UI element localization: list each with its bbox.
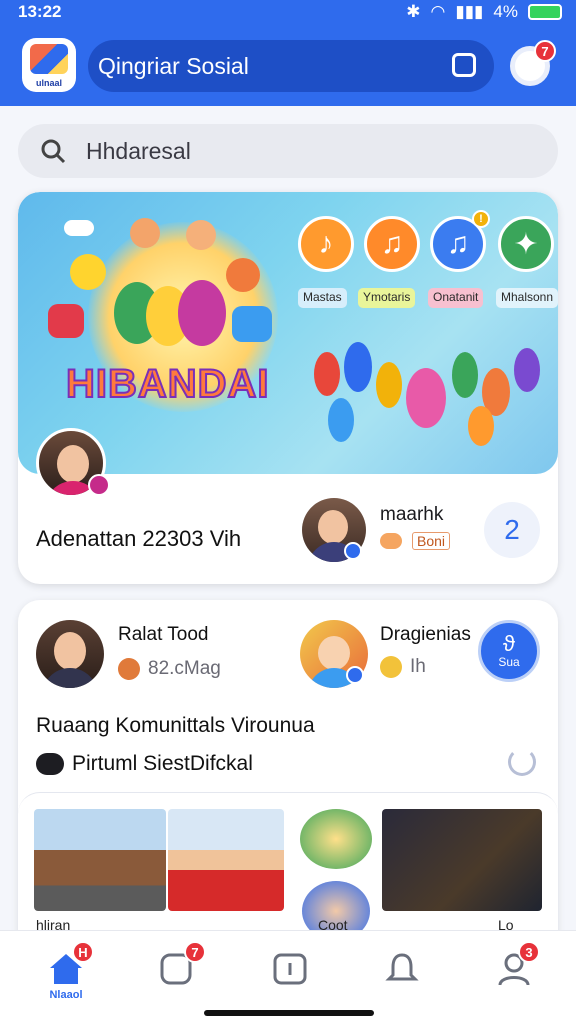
wifi-icon: ◠ xyxy=(430,2,446,21)
cartoon-kid xyxy=(178,280,226,346)
header-title-pill[interactable]: Qingriar Sosial xyxy=(88,40,494,92)
member-meta: Ih xyxy=(380,656,426,678)
category-chip[interactable]: Ymotaris xyxy=(358,288,416,308)
gallery-photo[interactable] xyxy=(300,809,372,869)
app-logo-text: ulnaal xyxy=(35,78,62,88)
avatar-face xyxy=(318,636,350,670)
crowd-kid xyxy=(314,352,340,396)
crowd-kid xyxy=(344,342,372,392)
cartoon-kid xyxy=(70,254,106,290)
avatar-face xyxy=(57,445,89,483)
verified-icon xyxy=(346,666,364,684)
user-name[interactable]: maarhk xyxy=(380,504,443,526)
category-chip[interactable]: Onatanit xyxy=(428,288,484,308)
nav-home-label: Nlaaol xyxy=(49,989,83,1001)
category-chip[interactable]: Mhalsonn xyxy=(496,288,558,308)
music-note-icon[interactable]: ♪ xyxy=(298,216,354,272)
cartoon-kid xyxy=(130,218,160,248)
nav-chat[interactable]: 7 xyxy=(154,941,206,991)
header-title: Qingriar Sosial xyxy=(98,52,249,79)
category-chip[interactable]: Mastas xyxy=(298,288,347,308)
app-header: 13:22 ✱ ◠ ▮▮▮ 4% ulnaal Qingriar Sosial … xyxy=(0,0,576,106)
banner-brand-title: HIBANDAI xyxy=(65,361,270,407)
member-count-button[interactable]: 2 xyxy=(484,502,540,558)
bell-icon xyxy=(385,953,419,981)
play-heart-icon xyxy=(48,304,84,338)
emoji-icon xyxy=(118,658,140,680)
search-input[interactable]: Hhdaresal xyxy=(18,124,558,178)
horn-icon xyxy=(380,533,402,549)
featured-banner[interactable]: HIBANDAI ♪ ♫ ♫ ! ✦ Mastas Ymotaris Onata… xyxy=(18,192,558,474)
community-title: Ruaang Komunittals Virounua xyxy=(36,714,315,737)
create-icon xyxy=(273,953,307,985)
party-icon[interactable]: ✦ xyxy=(498,216,554,272)
featured-card[interactable]: HIBANDAI ♪ ♫ ♫ ! ✦ Mastas Ymotaris Onata… xyxy=(18,192,558,584)
notification-badge: 7 xyxy=(534,40,556,62)
nav-notifications[interactable] xyxy=(380,947,424,991)
join-button[interactable]: ϑ Sua xyxy=(478,620,540,682)
user-sub-chip: Boni xyxy=(412,532,451,550)
mask-icon xyxy=(36,753,64,775)
nav-create[interactable] xyxy=(268,947,312,991)
avatar-shirt xyxy=(42,668,98,688)
nav-profile[interactable]: 3 xyxy=(492,941,540,991)
crowd-kid xyxy=(328,398,354,442)
community-subtitle: Pirtuml SiestDifckal xyxy=(36,752,253,776)
member-sub-text: Ih xyxy=(410,656,426,677)
crowd-kid xyxy=(452,352,478,398)
cartoon-kid xyxy=(226,258,260,292)
emoji-icon xyxy=(380,656,402,678)
refresh-icon[interactable] xyxy=(508,748,536,776)
member-name[interactable]: Ralat Tood xyxy=(118,624,209,646)
app-logo[interactable]: ulnaal xyxy=(22,38,76,92)
verified-icon xyxy=(344,542,362,560)
status-icons: ✱ ◠ ▮▮▮ 4% xyxy=(406,2,562,22)
member-meta: 82.cMag xyxy=(118,658,221,680)
music-badge: ! xyxy=(472,210,490,228)
live-badge-icon xyxy=(88,474,110,496)
gallery-photo[interactable] xyxy=(382,809,542,911)
home-badge: H xyxy=(72,941,94,963)
nav-home[interactable]: H xyxy=(44,941,94,991)
notifications-button[interactable]: 7 xyxy=(510,40,556,92)
join-icon: ϑ xyxy=(502,631,516,656)
avatar-face xyxy=(54,632,86,670)
profile-badge: 3 xyxy=(518,941,540,963)
gallery-photo[interactable] xyxy=(34,809,166,911)
member-avatar[interactable] xyxy=(36,620,104,688)
crowd-kid xyxy=(468,406,494,446)
battery-icon xyxy=(528,4,562,20)
gallery-photo[interactable] xyxy=(168,809,284,911)
crowd-kid xyxy=(514,348,540,392)
search-placeholder: Hhdaresal xyxy=(86,137,191,164)
search-icon xyxy=(41,139,66,164)
bluetooth-icon: ✱ xyxy=(406,2,421,21)
user-meta: Boni xyxy=(380,532,451,550)
crowd-kid xyxy=(406,368,446,428)
cartoon-kid xyxy=(186,220,216,250)
cloud-icon xyxy=(64,220,94,236)
community-subtitle-text: Pirtuml SiestDifckal xyxy=(72,752,253,775)
status-time: 13:22 xyxy=(18,2,62,21)
signal-icon: ▮▮▮ xyxy=(455,2,484,21)
music-notes-icon[interactable]: ♫ xyxy=(364,216,420,272)
battery-text: 4% xyxy=(493,2,518,21)
featured-caption: Adenattan 22303 Vih xyxy=(36,526,242,551)
avatar-face xyxy=(318,510,348,544)
crowd-kid xyxy=(376,362,402,408)
chat-badge: 7 xyxy=(184,941,206,963)
status-bar: 13:22 ✱ ◠ ▮▮▮ 4% xyxy=(0,0,576,26)
member-name[interactable]: Dragienias xyxy=(380,624,471,646)
puzzle-icon xyxy=(232,306,272,342)
compose-icon[interactable] xyxy=(452,53,476,77)
home-indicator xyxy=(204,1010,374,1016)
logo-mark-icon xyxy=(30,44,68,74)
join-label: Sua xyxy=(498,655,520,669)
member-sub-text: 82.cMag xyxy=(148,658,221,679)
